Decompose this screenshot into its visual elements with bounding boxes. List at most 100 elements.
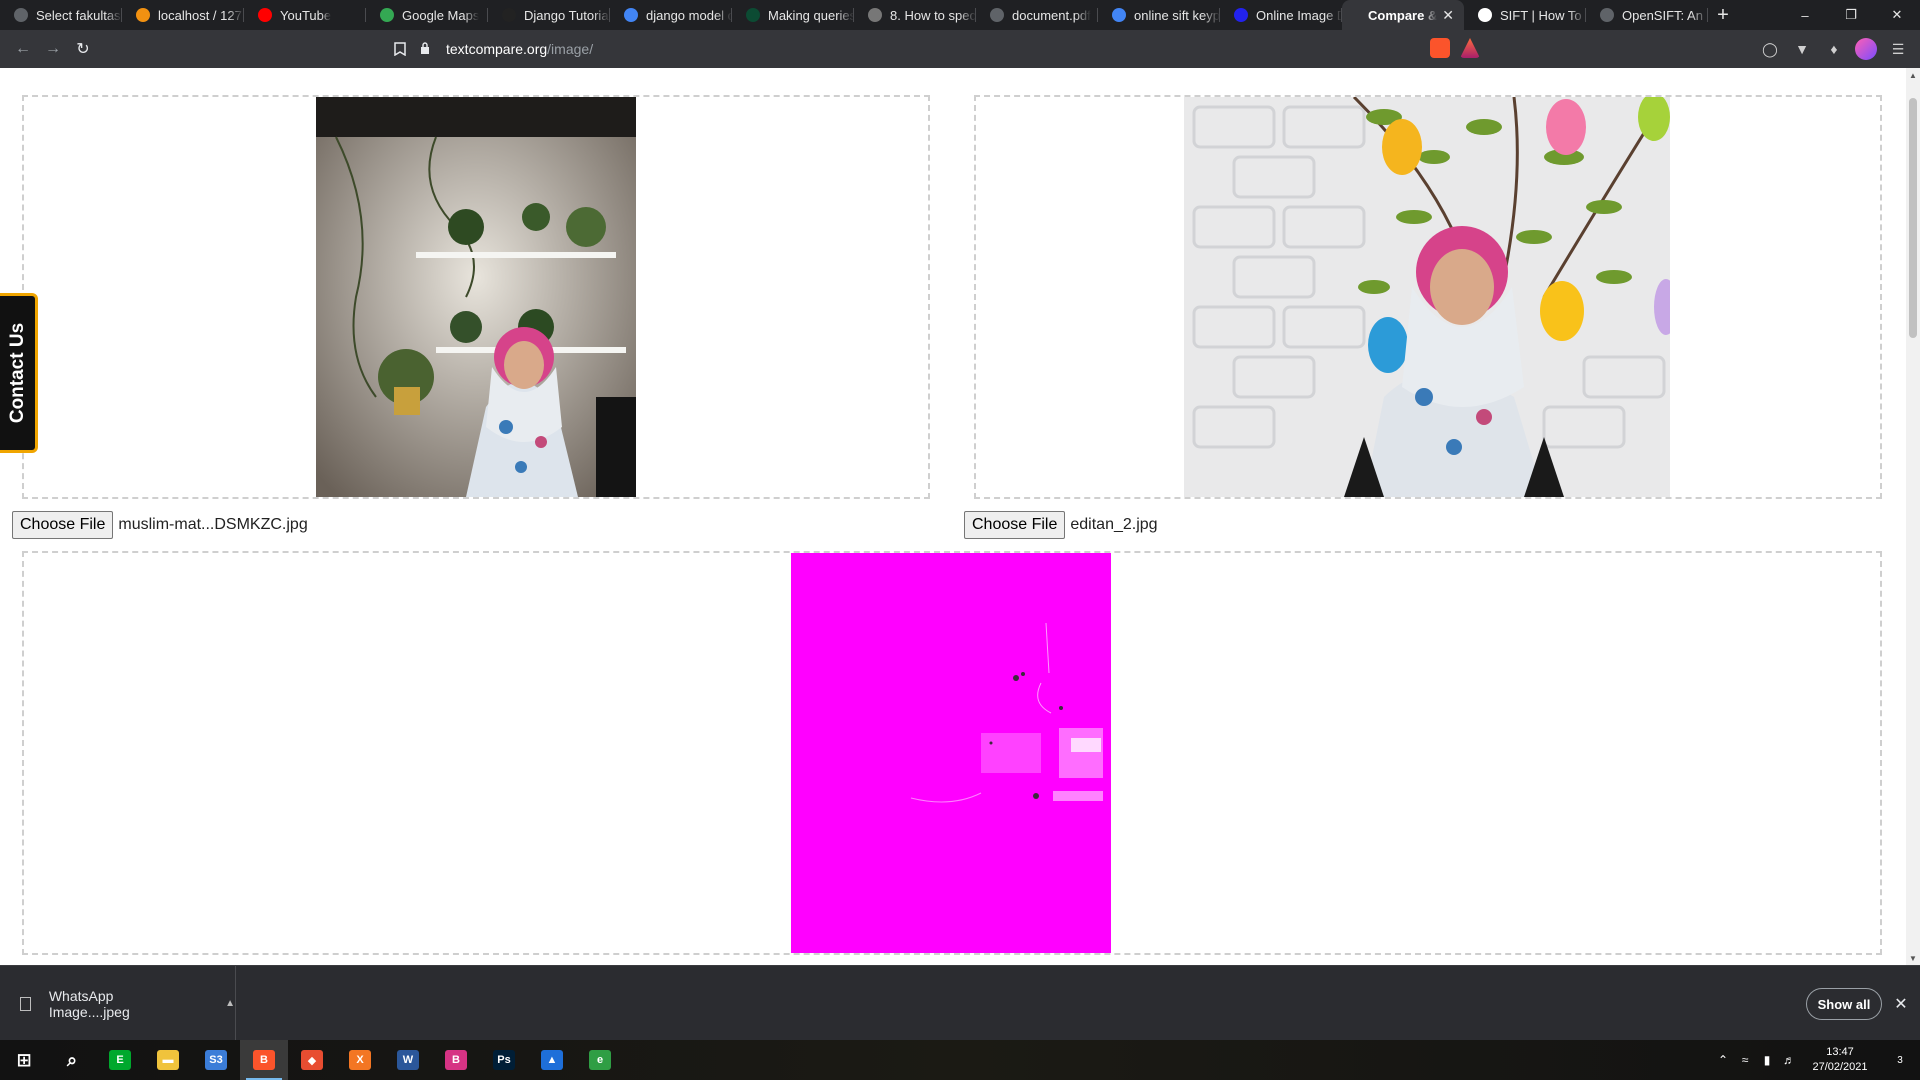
wifi-icon[interactable]: ≈	[1734, 1053, 1756, 1067]
tab-4[interactable]: Django Tutorial	[488, 0, 610, 30]
back-button[interactable]: ←	[8, 34, 38, 64]
tab-10[interactable]: Online Image D	[1220, 0, 1342, 30]
w3schools-icon	[502, 8, 516, 22]
url-host: textcompare.org	[446, 41, 548, 57]
s3-app-icon: S3	[205, 1050, 227, 1070]
privacy-badger-icon[interactable]: ◯	[1758, 37, 1782, 61]
right-choose-file-button[interactable]: Choose File	[964, 511, 1066, 539]
tab-title: Django Tutorial	[524, 7, 610, 23]
brave-browser-app[interactable]: B	[240, 1040, 288, 1080]
menu-icon[interactable]: ☰	[1886, 37, 1910, 61]
system-tray: ⌃ ≈ ▮ ♬ 13:47 27/02/2021 3	[1712, 1040, 1920, 1080]
tab-9[interactable]: online sift keypo	[1098, 0, 1220, 30]
brave-rewards-icon[interactable]	[1460, 38, 1480, 58]
volume-icon[interactable]: ♬	[1778, 1053, 1800, 1067]
windows-taskbar: ⊞ ⌕ E ▬ S3 B ◆ X W B Ps ▲ e ⌃ ≈ ▮ ♬ 13:47 27/02/2021…	[0, 1040, 1920, 1080]
notification-center-button[interactable]: 3	[1880, 1040, 1920, 1080]
tab-strip: Select fakultas b localhost / 127.0 YouTub…	[0, 0, 1920, 30]
evernote-app-icon: E	[109, 1050, 131, 1070]
chevron-up-icon[interactable]: ⌃	[1712, 1053, 1734, 1067]
tab-title: Online Image D	[1256, 7, 1342, 23]
extensions-icon[interactable]: ♦	[1822, 37, 1846, 61]
evernote-app[interactable]: E	[96, 1040, 144, 1080]
download-file-name: WhatsApp Image....jpeg	[48, 987, 130, 1020]
scroll-down-arrow[interactable]: ▼	[1906, 951, 1920, 965]
tab-7[interactable]: 8. How to specif	[854, 0, 976, 30]
address-bar[interactable]: textcompare.org/image/	[420, 34, 1420, 64]
left-file-input: Choose File muslim-mat...DSMKZC.jpg	[12, 511, 308, 539]
globe-icon	[990, 8, 1004, 22]
scroll-up-arrow[interactable]: ▲	[1906, 68, 1920, 82]
file-explorer-app-icon: ▬	[157, 1050, 179, 1070]
google-icon	[1112, 8, 1126, 22]
brave-beta-app-icon: B	[445, 1050, 467, 1070]
right-file-name: editan_2.jpg	[1070, 516, 1158, 533]
download-item[interactable]: WhatsApp Image....jpeg ▲	[0, 966, 236, 1041]
tab-8[interactable]: document.pdf	[976, 0, 1098, 30]
django-icon	[746, 8, 760, 22]
file-explorer-app[interactable]: ▬	[144, 1040, 192, 1080]
restore-button[interactable]: ❐	[1828, 0, 1874, 30]
brave-browser-app-icon: B	[253, 1050, 275, 1070]
forward-button[interactable]: →	[38, 34, 68, 64]
git-app-icon: ◆	[301, 1050, 323, 1070]
tab-2[interactable]: YouTube	[244, 0, 366, 30]
contact-us-tab[interactable]: Contact Us	[0, 293, 38, 453]
tab-5[interactable]: django model c	[610, 0, 732, 30]
tab-13[interactable]: OpenSIFT: An O	[1586, 0, 1708, 30]
right-file-input: Choose File editan_2.jpg	[964, 511, 1158, 539]
brave-shield-icon[interactable]	[1430, 38, 1450, 58]
left-image	[316, 97, 636, 497]
diff-result-image	[791, 553, 1111, 953]
tab-title: document.pdf	[1012, 7, 1091, 23]
tab-11[interactable]: Compare & ✕	[1342, 0, 1464, 30]
clock-date: 27/02/2021	[1812, 1061, 1868, 1073]
close-window-button[interactable]: ✕	[1874, 0, 1920, 30]
search-button[interactable]: ⌕	[48, 1040, 96, 1080]
tab-0[interactable]: Select fakultas b	[0, 0, 122, 30]
bookmark-icon[interactable]	[388, 34, 412, 64]
new-tab-button[interactable]: +	[1708, 0, 1738, 30]
doc-icon	[868, 8, 882, 22]
tab-1[interactable]: localhost / 127.0	[122, 0, 244, 30]
close-download-bar-button[interactable]: ✕	[1888, 992, 1914, 1016]
word-app-icon: W	[397, 1050, 419, 1070]
clock-time: 13:47	[1826, 1046, 1854, 1058]
close-tab-icon[interactable]: ✕	[1442, 7, 1454, 24]
battery-icon[interactable]: ▮	[1756, 1053, 1778, 1067]
scrollbar-thumb[interactable]	[1909, 98, 1917, 338]
page-content: Choose File muslim-mat...DSMKZC.jpg Choo…	[0, 68, 1906, 965]
minimize-button[interactable]: –	[1782, 0, 1828, 30]
photoshop-app[interactable]: Ps	[480, 1040, 528, 1080]
tab-3[interactable]: Google Maps	[366, 0, 488, 30]
tab-title: 8. How to specif	[890, 7, 976, 23]
photos-app[interactable]: ▲	[528, 1040, 576, 1080]
google-icon	[624, 8, 638, 22]
tab-6[interactable]: Making queries	[732, 0, 854, 30]
word-app[interactable]: W	[384, 1040, 432, 1080]
show-all-button[interactable]: Show all	[1806, 988, 1882, 1020]
s3-app[interactable]: S3	[192, 1040, 240, 1080]
xampp-app[interactable]: X	[336, 1040, 384, 1080]
ie-app[interactable]: e	[576, 1040, 624, 1080]
tab-12[interactable]: SIFT | How To U	[1464, 0, 1586, 30]
start-button[interactable]: ⊞	[0, 1040, 48, 1080]
file-icon	[20, 996, 31, 1011]
reload-button[interactable]: ↻	[68, 34, 98, 64]
left-choose-file-button[interactable]: Choose File	[12, 511, 114, 539]
git-app[interactable]: ◆	[288, 1040, 336, 1080]
tab-title: Compare &	[1368, 7, 1438, 23]
chevron-up-icon[interactable]: ▲	[225, 998, 235, 1009]
brave-beta-app[interactable]: B	[432, 1040, 480, 1080]
tab-title: django model c	[646, 7, 732, 23]
tab-title: Making queries	[768, 7, 854, 23]
page-scrollbar[interactable]: ▲ ▼	[1906, 68, 1920, 965]
window-controls: – ❐ ✕	[1782, 0, 1920, 30]
ie-app-icon: e	[589, 1050, 611, 1070]
tab-title: YouTube	[280, 7, 332, 23]
profile-avatar[interactable]	[1854, 37, 1878, 61]
vpn-icon[interactable]: ▼	[1790, 37, 1814, 61]
right-image	[1184, 97, 1670, 497]
left-file-name: muslim-mat...DSMKZC.jpg	[118, 516, 308, 533]
clock[interactable]: 13:47 27/02/2021	[1800, 1045, 1880, 1075]
